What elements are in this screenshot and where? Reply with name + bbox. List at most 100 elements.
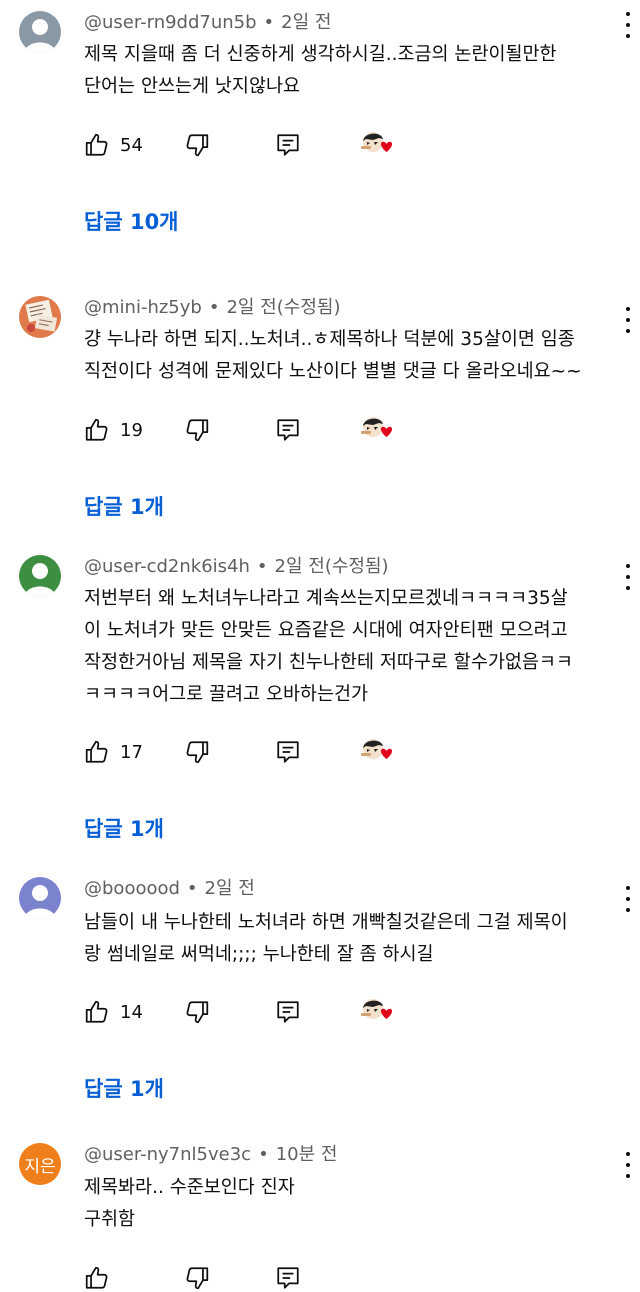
- comment-actions: 54: [84, 131, 414, 159]
- creator-heart: [359, 131, 399, 159]
- default-avatar-icon: [19, 11, 61, 53]
- comment-actions: 14: [84, 998, 414, 1026]
- thumbs-up-icon: [85, 1000, 108, 1023]
- comment-meta: @user-cd2nk6is4h • 2일 전(수정됨): [84, 556, 389, 578]
- avatar-letter: 지은: [24, 1156, 56, 1177]
- comment-line: 단어는 안쓰는게 낫지않나요: [84, 76, 301, 97]
- edited-label: (수정됨): [324, 556, 389, 577]
- comment-actions: [84, 1264, 414, 1292]
- creator-heart-icon: [361, 999, 392, 1019]
- thumbs-down-icon: [186, 1001, 209, 1024]
- view-replies-link[interactable]: 답글 1개: [84, 813, 164, 843]
- comment-time[interactable]: 2일 전: [281, 12, 331, 33]
- edited-label: (수정됨): [276, 297, 341, 318]
- comment-line: 저번부터 왜 노처녀누나라고 계속쓰는지모르겠네ㅋㅋㅋㅋ35살: [84, 588, 568, 609]
- reply-button[interactable]: [275, 998, 301, 1026]
- dislike-button[interactable]: [184, 416, 210, 444]
- profile-image-avatar: [19, 296, 61, 338]
- comment-text: 저번부터 왜 노처녀누나라고 계속쓰는지모르겠네ㅋㅋㅋㅋ35살 이 노처녀가 맞…: [84, 583, 629, 711]
- author-name[interactable]: @boooood: [84, 878, 180, 899]
- view-replies-link[interactable]: 답글 10개: [84, 206, 179, 236]
- reply-button[interactable]: [275, 738, 301, 766]
- like-count: 19: [120, 419, 143, 441]
- thumbs-up-icon: [85, 1266, 108, 1289]
- comment-line: ㅋㅋㅋㅋ어그로 끌려고 오바하는건가: [84, 684, 369, 705]
- reply-comment-icon: [277, 1267, 299, 1289]
- default-avatar-icon: [19, 877, 61, 919]
- thumbs-down-icon: [186, 1267, 209, 1290]
- comment-line: 제목봐라.. 수준보인다 진자: [84, 1177, 295, 1198]
- meta-separator: •: [186, 878, 198, 899]
- comment-text: 남들이 내 누나한테 노처녀라 하면 개빡칠것같은데 그걸 제목이 랑 썸네일로…: [84, 907, 629, 971]
- reply-comment-icon: [277, 1001, 299, 1023]
- like-count: 54: [120, 134, 143, 156]
- dislike-button[interactable]: [184, 131, 210, 159]
- comment-line: 걍 누나라 하면 되지..노처녀..ㅎ제목하나 덕분에 35살이면 임종: [84, 329, 575, 350]
- dislike-button[interactable]: [184, 998, 210, 1026]
- thumbs-up-icon: [85, 740, 108, 763]
- thumbs-down-icon: [186, 134, 209, 157]
- comment-line: 남들이 내 누나한테 노처녀라 하면 개빡칠것같은데 그걸 제목이: [84, 912, 568, 933]
- comment-meta: @boooood • 2일 전: [84, 878, 255, 900]
- like-count: 14: [120, 1001, 143, 1023]
- comment-meta: @user-ny7nl5ve3c • 10분 전: [84, 1144, 337, 1166]
- like-button[interactable]: 54: [84, 131, 143, 159]
- comment-time[interactable]: 2일 전: [205, 878, 255, 899]
- like-count: 17: [120, 741, 143, 763]
- creator-heart-icon: [361, 739, 392, 759]
- dislike-button[interactable]: [184, 1264, 210, 1292]
- creator-heart: [359, 998, 399, 1026]
- creator-heart: [359, 738, 399, 766]
- comment-time[interactable]: 2일 전: [226, 297, 276, 318]
- comment-line: 직전이다 성격에 문제있다 노산이다 별별 댓글 다 올라오네요~~: [84, 361, 582, 382]
- avatar[interactable]: [19, 296, 61, 338]
- comment-time[interactable]: 10분 전: [276, 1144, 338, 1165]
- comment-line: 작정한거아님 제목을 자기 친누나한테 저따구로 할수가없음ㅋㅋ: [84, 652, 573, 673]
- author-name[interactable]: @mini-hz5yb: [84, 297, 202, 318]
- comment-text: 제목 지을때 좀 더 신중하게 생각하시길..조금의 논란이될만한 단어는 안쓰…: [84, 39, 629, 103]
- meta-separator: •: [208, 297, 220, 318]
- dislike-button[interactable]: [184, 738, 210, 766]
- author-name[interactable]: @user-ny7nl5ve3c: [84, 1144, 251, 1165]
- comment-line: 랑 썸네일로 써먹네;;;; 누나한테 잘 좀 하시길: [84, 944, 434, 965]
- reply-button[interactable]: [275, 1264, 301, 1292]
- avatar[interactable]: 지은: [19, 1143, 61, 1185]
- thumbs-up-icon: [85, 133, 108, 156]
- like-button[interactable]: [84, 1264, 110, 1292]
- creator-heart-icon: [361, 417, 392, 437]
- avatar[interactable]: [19, 877, 61, 919]
- meta-separator: •: [263, 12, 275, 33]
- reply-comment-icon: [277, 134, 299, 156]
- comment-text: 제목봐라.. 수준보인다 진자 구취함: [84, 1172, 629, 1236]
- avatar[interactable]: [19, 11, 61, 53]
- reply-button[interactable]: [275, 131, 301, 159]
- like-button[interactable]: 14: [84, 998, 143, 1026]
- author-name[interactable]: @user-cd2nk6is4h: [84, 556, 250, 577]
- thumbs-up-icon: [85, 418, 108, 441]
- default-avatar-icon: [19, 555, 61, 597]
- avatar[interactable]: [19, 555, 61, 597]
- thumbs-down-icon: [186, 741, 209, 764]
- author-name[interactable]: @user-rn9dd7un5b: [84, 12, 257, 33]
- reply-comment-icon: [277, 419, 299, 441]
- comment-meta: @mini-hz5yb • 2일 전(수정됨): [84, 297, 340, 319]
- like-button[interactable]: 19: [84, 416, 143, 444]
- comment-actions: 19: [84, 416, 414, 444]
- reply-button[interactable]: [275, 416, 301, 444]
- thumbs-down-icon: [186, 419, 209, 442]
- comment-meta: @user-rn9dd7un5b • 2일 전: [84, 12, 331, 34]
- reply-comment-icon: [277, 741, 299, 763]
- more-vertical-icon[interactable]: [622, 12, 634, 38]
- comment-line: 구취함: [84, 1209, 136, 1230]
- comment-text: 걍 누나라 하면 되지..노처녀..ㅎ제목하나 덕분에 35살이면 임종 직전이…: [84, 324, 629, 388]
- comment-line: 제목 지을때 좀 더 신중하게 생각하시길..조금의 논란이될만한: [84, 44, 557, 65]
- comment-line: 이 노처녀가 맞든 안맞든 요즘같은 시대에 여자안티팬 모으려고: [84, 620, 568, 641]
- creator-heart: [359, 416, 399, 444]
- meta-separator: •: [256, 556, 268, 577]
- view-replies-link[interactable]: 답글 1개: [84, 491, 164, 521]
- like-button[interactable]: 17: [84, 738, 143, 766]
- meta-separator: •: [258, 1144, 269, 1165]
- view-replies-link[interactable]: 답글 1개: [84, 1073, 164, 1103]
- comment-time[interactable]: 2일 전: [275, 556, 325, 577]
- creator-heart-icon: [361, 132, 392, 152]
